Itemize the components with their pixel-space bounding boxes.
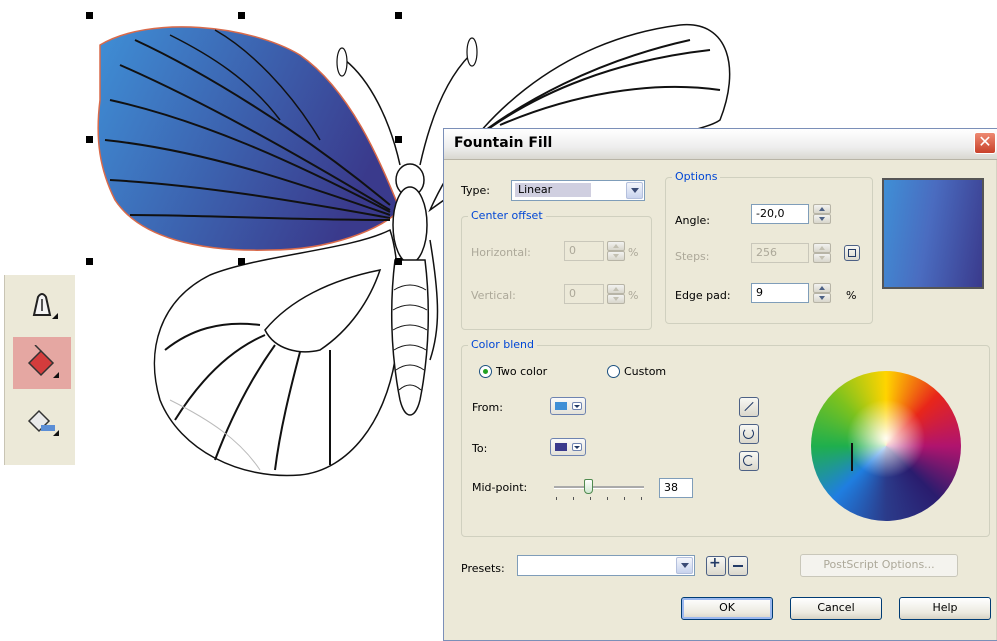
- interactive-fill-button[interactable]: [13, 395, 71, 447]
- plus-icon: +: [709, 555, 721, 571]
- midpoint-slider[interactable]: [554, 479, 644, 501]
- custom-label: Custom: [624, 365, 667, 378]
- toolbox: [4, 275, 75, 465]
- postscript-options-button[interactable]: PostScript Options...: [800, 554, 958, 577]
- angle-input[interactable]: -20,0: [751, 204, 809, 224]
- selection-handle[interactable]: [86, 136, 93, 143]
- type-select[interactable]: Linear: [511, 180, 645, 201]
- selection-handle[interactable]: [395, 12, 402, 19]
- presets-select[interactable]: [517, 555, 695, 576]
- help-button[interactable]: Help: [899, 597, 991, 620]
- midpoint-label: Mid-point:: [472, 481, 528, 494]
- dialog-title: Fountain Fill: [454, 135, 553, 151]
- vertical-unit: %: [628, 289, 639, 302]
- pen-tool-icon: [32, 293, 58, 319]
- chevron-down-icon: [572, 402, 582, 410]
- slider-thumb[interactable]: [584, 479, 593, 494]
- steps-input[interactable]: 256: [751, 243, 809, 263]
- pen-tool-button[interactable]: [13, 279, 71, 331]
- blend-path-indicator: [851, 443, 853, 471]
- edge-pad-spinner[interactable]: [813, 283, 831, 303]
- color-blend-title: Color blend: [468, 338, 537, 351]
- custom-radio[interactable]: [607, 365, 620, 378]
- presets-label: Presets:: [461, 562, 505, 575]
- fill-tool-button[interactable]: [13, 337, 71, 389]
- horizontal-input[interactable]: 0: [564, 241, 604, 261]
- vertical-label: Vertical:: [471, 289, 516, 302]
- counterclockwise-blend-button[interactable]: [739, 424, 759, 444]
- remove-preset-button[interactable]: [728, 556, 748, 576]
- ok-button[interactable]: OK: [681, 597, 773, 620]
- angle-label: Angle:: [675, 214, 711, 227]
- angle-spinner[interactable]: [813, 204, 831, 224]
- close-button[interactable]: ✕: [974, 132, 996, 154]
- edge-pad-input[interactable]: 9: [751, 283, 809, 303]
- interactive-fill-icon: [27, 409, 59, 436]
- left-lower-wing[interactable]: [153, 228, 400, 477]
- selection-handle[interactable]: [238, 258, 245, 265]
- presets-value: [521, 558, 527, 572]
- direct-blend-button[interactable]: [739, 397, 759, 417]
- vertical-input[interactable]: 0: [564, 284, 604, 304]
- close-icon: ✕: [978, 132, 992, 151]
- center-offset-group: Center offset: [461, 209, 652, 330]
- midpoint-input[interactable]: 38: [659, 478, 693, 498]
- lock-steps-button[interactable]: [844, 245, 860, 261]
- from-label: From:: [472, 401, 503, 414]
- from-color-swatch: [555, 402, 567, 410]
- horizontal-label: Horizontal:: [471, 246, 531, 259]
- to-label: To:: [472, 442, 488, 455]
- options-title: Options: [672, 170, 721, 183]
- edge-pad-label: Edge pad:: [675, 289, 731, 302]
- chevron-down-icon: [626, 182, 643, 199]
- steps-spinner[interactable]: [813, 243, 831, 263]
- selection-handle[interactable]: [395, 258, 402, 265]
- title-bar[interactable]: Fountain Fill ✕: [444, 129, 997, 160]
- fountain-fill-dialog: Fountain Fill ✕ Type: Linear Center offs…: [443, 128, 997, 641]
- clockwise-blend-button[interactable]: [739, 451, 759, 471]
- center-offset-title: Center offset: [468, 209, 546, 222]
- two-color-radio[interactable]: [479, 365, 492, 378]
- arc-ccw-icon: [743, 428, 754, 439]
- line-icon: [744, 401, 754, 412]
- to-color-swatch: [555, 443, 567, 451]
- fill-bucket-icon: [27, 345, 59, 378]
- selection-handle[interactable]: [86, 258, 93, 265]
- type-value: Linear: [515, 183, 591, 197]
- edge-pad-unit: %: [846, 289, 857, 302]
- selection-handle[interactable]: [395, 136, 402, 143]
- left-upper-wing[interactable]: [97, 26, 401, 251]
- type-label: Type:: [461, 184, 490, 197]
- horizontal-spinner[interactable]: [607, 241, 625, 261]
- chevron-down-icon: [676, 557, 693, 574]
- add-preset-button[interactable]: +: [706, 555, 726, 576]
- slider-track: [554, 486, 644, 489]
- from-color-picker[interactable]: [550, 397, 586, 415]
- color-wheel[interactable]: [811, 371, 961, 521]
- minus-icon: [733, 565, 743, 567]
- cancel-button[interactable]: Cancel: [790, 597, 882, 620]
- vertical-spinner[interactable]: [607, 284, 625, 304]
- lock-icon: [848, 249, 856, 257]
- arc-cw-icon: [743, 455, 754, 466]
- slider-ticks: [556, 497, 642, 500]
- selection-handle[interactable]: [238, 12, 245, 19]
- gradient-preview: [882, 178, 984, 289]
- steps-label: Steps:: [675, 250, 710, 263]
- chevron-down-icon: [572, 443, 582, 451]
- two-color-label: Two color: [496, 365, 548, 378]
- selection-handle[interactable]: [86, 12, 93, 19]
- horizontal-unit: %: [628, 246, 639, 259]
- to-color-picker[interactable]: [550, 438, 586, 456]
